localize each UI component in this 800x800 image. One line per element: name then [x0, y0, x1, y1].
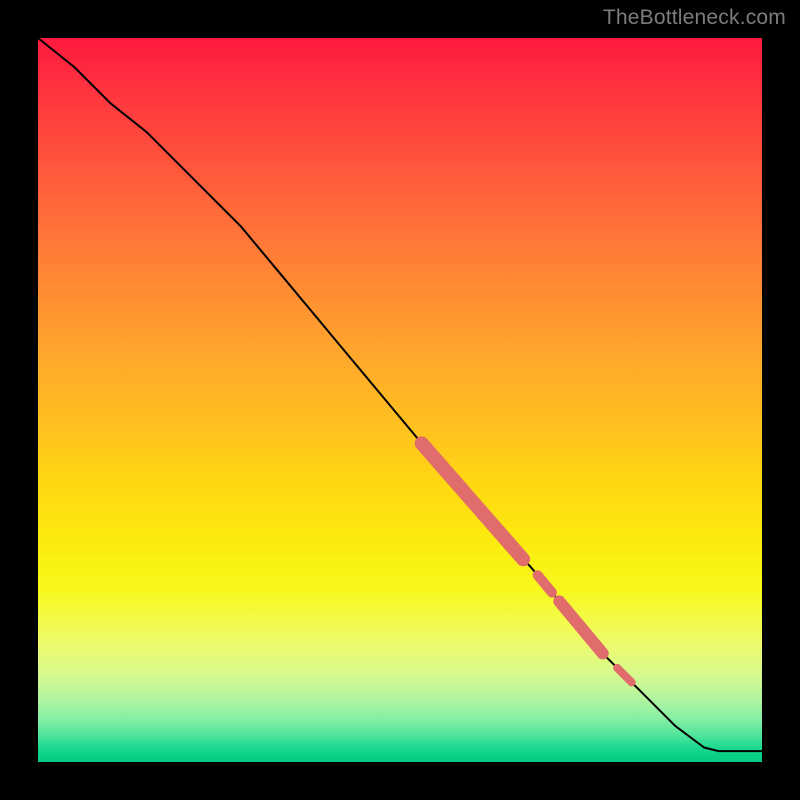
highlight-dot_b [538, 575, 552, 592]
watermark-text: TheBottleneck.com [603, 6, 786, 30]
highlight-group [422, 443, 632, 682]
bottleneck-curve [38, 38, 762, 751]
plot-area [38, 38, 762, 762]
highlight-dot_d [617, 668, 632, 683]
curve-layer [38, 38, 762, 762]
highlight-segment_c [559, 601, 602, 653]
highlight-segment_a [422, 443, 523, 559]
chart-container: TheBottleneck.com [0, 0, 800, 800]
